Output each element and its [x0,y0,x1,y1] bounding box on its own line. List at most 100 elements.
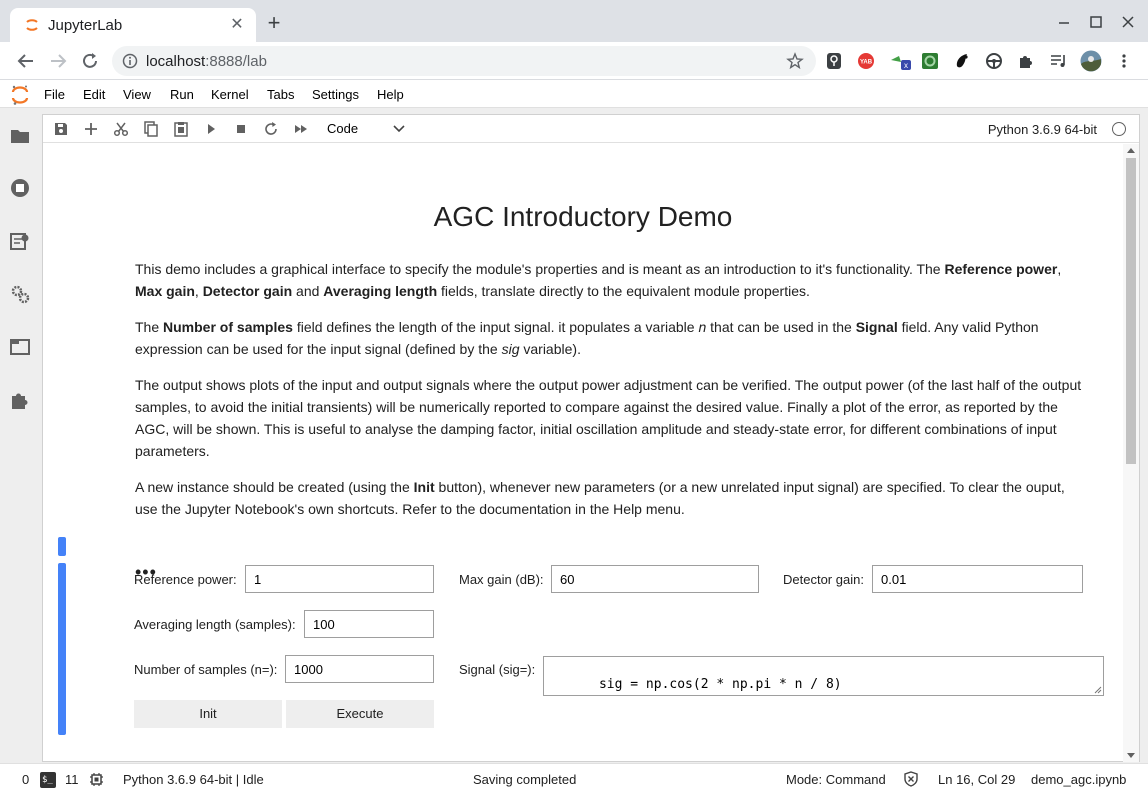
folder-icon[interactable] [10,126,30,146]
menu-settings[interactable]: Settings [312,87,359,102]
averaging-length-input[interactable] [304,610,434,638]
kernel-idle-icon [1112,122,1126,136]
terminal-count[interactable]: 11 [65,772,79,787]
num-samples-input[interactable] [285,655,434,683]
save-icon[interactable] [53,121,69,137]
jupyterlab-menubar: File Edit View Run Kernel Tabs Settings … [0,81,1148,108]
max-gain-input[interactable] [551,565,759,593]
jupyter-logo-icon [11,85,29,105]
back-icon[interactable] [16,51,36,71]
menu-view[interactable]: View [123,87,151,102]
status-bar: 0 $_ 11 Python 3.6.9 64-bit | Idle Savin… [0,763,1148,795]
restart-icon[interactable] [263,121,279,137]
extension-gnome-icon[interactable] [953,52,971,70]
detector-gain-input[interactable] [872,565,1083,593]
extension-x-icon[interactable]: x [889,52,913,70]
collapsed-cell-collapser[interactable] [58,537,66,556]
menu-file[interactable]: File [44,87,65,102]
address-bar[interactable]: localhost:8888/lab [112,46,816,76]
window-close-icon[interactable] [1118,12,1138,32]
averaging-length-label: Averaging length (samples): [134,617,296,632]
save-status-text: Saving completed [473,772,577,787]
notebook-scrollbar[interactable] [1123,144,1139,762]
open-tabs-icon[interactable] [10,337,30,357]
notebook-toolbar: Code Python 3.6.9 64-bit [43,115,1139,143]
num-samples-label: Number of samples (n=): [134,662,278,677]
memory-chip-icon[interactable] [89,772,104,787]
insert-cell-icon[interactable] [83,121,99,137]
url-text: localhost:8888/lab [146,53,267,70]
execute-button[interactable]: Execute [286,700,434,728]
browser-tab[interactable]: JupyterLab ✕ [10,8,256,42]
copy-icon[interactable] [143,121,159,137]
minimize-icon[interactable] [1054,12,1074,32]
extension-manager-puzzle-icon[interactable] [10,390,30,410]
kernel-name[interactable]: Python 3.6.9 64-bit [988,122,1097,137]
intro-paragraph-3: The output shows plots of the input and … [135,377,1082,459]
commands-palette-icon[interactable] [10,231,30,251]
browser-tab-strip: JupyterLab ✕ + [0,0,1148,42]
resize-grip-icon[interactable] [1094,686,1102,694]
extensions-puzzle-icon[interactable] [1017,52,1035,70]
forward-icon[interactable] [48,51,68,71]
chevron-down-icon [393,125,405,133]
intro-paragraph-1: This demo includes a graphical interface… [135,261,1062,299]
menu-edit[interactable]: Edit [83,87,105,102]
signal-textarea[interactable]: sig = np.cos(2 * np.pi * n / 8) [543,656,1104,696]
browser-menu-icon[interactable] [1115,52,1133,70]
paste-icon[interactable] [173,121,189,137]
extension-green-icon[interactable] [921,52,939,70]
detector-gain-label: Detector gain: [783,572,864,587]
terminal-icon: $_ [40,772,56,788]
maximize-icon[interactable] [1086,12,1106,32]
menu-run[interactable]: Run [170,87,194,102]
browser-toolbar: localhost:8888/lab YAB x [0,42,1148,80]
kernel-status-text[interactable]: Python 3.6.9 64-bit | Idle [123,772,264,787]
max-gain-label: Max gain (dB): [459,572,544,587]
new-tab-icon[interactable]: + [264,12,284,34]
signal-label: Signal (sig=): [459,662,536,677]
tab-close-icon[interactable]: ✕ [228,16,246,34]
extension-lightbulb-icon[interactable] [825,52,843,70]
cursor-position[interactable]: Ln 16, Col 29 [938,772,1015,787]
extension-yab-icon[interactable]: YAB [857,52,875,70]
interrupt-stop-icon[interactable] [233,121,249,137]
notebook-panel: Code Python 3.6.9 64-bit AGC Introductor… [42,114,1140,762]
extension-wheel-icon[interactable] [985,52,1003,70]
notebook-content: AGC Introductory Demo This demo includes… [43,144,1123,762]
output-cell-collapser[interactable] [58,563,66,735]
init-button[interactable]: Init [134,700,282,728]
signal-expression: sig = np.cos(2 * np.pi * n / 8) [598,677,842,692]
left-sidebar [0,108,40,763]
menu-help[interactable]: Help [377,87,404,102]
mode-indicator: Mode: Command [786,772,886,787]
bookmark-star-icon[interactable] [786,52,804,70]
profile-avatar[interactable] [1080,50,1102,72]
property-inspector-gear-icon[interactable] [10,284,30,304]
tab-title: JupyterLab [48,17,123,34]
scroll-down-arrow-icon[interactable] [1127,753,1135,758]
cut-icon[interactable] [113,121,129,137]
restart-run-all-icon[interactable] [293,121,309,137]
svg-text:x: x [904,61,908,70]
intro-paragraph-2: The Number of samples field defines the … [135,319,1039,357]
media-queue-icon[interactable] [1049,52,1067,70]
site-info-icon[interactable] [122,53,138,69]
running-count[interactable]: 0 [22,772,29,787]
trusted-shield-icon[interactable] [903,771,919,787]
running-stop-icon[interactable] [10,178,30,198]
reference-power-input[interactable] [245,565,434,593]
menu-kernel[interactable]: Kernel [211,87,249,102]
cell-type-select[interactable]: Code [327,121,405,137]
filename: demo_agc.ipynb [1031,772,1127,787]
intro-paragraph-4: A new instance should be created (using … [135,479,1065,517]
run-icon[interactable] [203,121,219,137]
svg-text:YAB: YAB [860,60,873,66]
reload-icon[interactable] [80,51,100,71]
menu-tabs[interactable]: Tabs [267,87,294,102]
scroll-up-arrow-icon[interactable] [1127,148,1135,153]
scrollbar-thumb[interactable] [1126,158,1136,464]
reference-power-label: Reference power: [134,572,237,587]
notebook-title: AGC Introductory Demo [433,201,733,232]
jupyter-favicon-icon [26,19,38,31]
